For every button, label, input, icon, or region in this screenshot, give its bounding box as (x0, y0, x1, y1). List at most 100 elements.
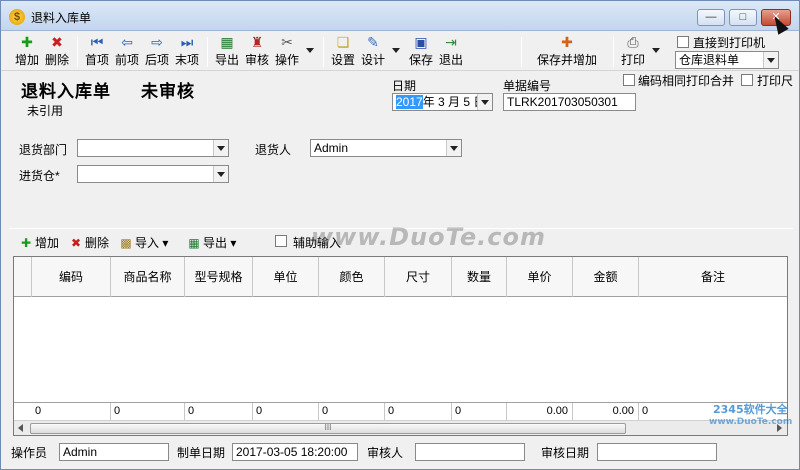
grid-delete-button[interactable]: ✖ 删除 (69, 234, 109, 251)
settings-button[interactable]: ❏ 设置 (329, 34, 357, 70)
column-header[interactable]: 商品名称 (111, 257, 185, 297)
exit-button[interactable]: ⇥ 退出 (437, 34, 465, 70)
minimize-button[interactable]: — (697, 9, 725, 26)
next-button[interactable]: ⇨ 后项 (143, 34, 171, 70)
toolbar-separator (521, 37, 522, 67)
horizontal-scrollbar[interactable]: III (14, 420, 787, 435)
design-dropdown-arrow-icon[interactable] (392, 48, 400, 53)
print-dropdown-arrow-icon[interactable] (652, 48, 660, 53)
column-header[interactable]: 尺寸 (385, 257, 452, 297)
audit-label: 审核 (244, 53, 269, 67)
export-label: 导出 (214, 53, 239, 67)
warehouse-select[interactable] (77, 165, 229, 183)
total-cell: 0 (111, 403, 185, 420)
column-header[interactable]: 型号规格 (185, 257, 253, 297)
last-button[interactable]: ⏭ 末项 (173, 34, 201, 70)
column-header[interactable]: 颜色 (319, 257, 385, 297)
window-title: 退料入库单 (31, 11, 92, 25)
total-cell: 0 (32, 403, 111, 420)
grid-export-button[interactable]: ▦ 导出 ▾ (187, 234, 236, 251)
doc-number-field[interactable]: TLRK201703050301 (503, 93, 636, 111)
print-size-label: 打印尺 (757, 74, 794, 88)
print-size-checkbox[interactable] (741, 74, 753, 86)
print-label: 打印 (620, 53, 645, 67)
merge-print-label: 编码相同打印合并 (638, 74, 735, 88)
title-bar: $ 退料入库单 — □ ✕ (1, 1, 799, 31)
save-button[interactable]: ▣ 保存 (407, 34, 435, 70)
first-label: 首项 (84, 53, 109, 67)
merge-print-checkbox[interactable] (623, 74, 635, 86)
toolbar-separator (207, 37, 208, 67)
exit-icon: ⇥ (445, 34, 457, 50)
warehouse-label: 进货仓* (19, 169, 60, 183)
print-button[interactable]: ⎙ 打印 (619, 34, 647, 70)
audit-button[interactable]: ♜ 审核 (243, 34, 271, 70)
date-picker[interactable]: 2017年 3 月 5 日 (392, 93, 493, 111)
aux-input-checkbox[interactable] (275, 235, 287, 247)
audit-date-field (597, 443, 717, 461)
chevron-down-icon[interactable] (213, 166, 228, 182)
toolbar-separator (323, 37, 324, 67)
chevron-down-icon[interactable] (477, 94, 492, 110)
scroll-left-arrow-icon[interactable] (18, 424, 23, 432)
column-header[interactable]: 单位 (253, 257, 319, 297)
column-header[interactable]: 编码 (32, 257, 111, 297)
grid-import-button[interactable]: ▩ 导入 ▾ (119, 234, 168, 251)
grid-export-label: 导出 (203, 236, 228, 250)
chevron-down-icon[interactable] (446, 140, 461, 156)
returner-select[interactable]: Admin (310, 139, 462, 157)
print-template-value: 仓库退料单 (679, 53, 740, 67)
returner-value: Admin (314, 141, 349, 155)
total-cell: 0 (185, 403, 253, 420)
column-header[interactable]: 单价 (507, 257, 573, 297)
column-header[interactable]: 数量 (452, 257, 507, 297)
items-grid[interactable]: 编码 商品名称 型号规格 单位 颜色 尺寸 数量 单价 金额 备注 0 0 0 … (13, 256, 788, 436)
column-header[interactable]: 备注 (639, 257, 787, 297)
add-icon: ✚ (21, 34, 33, 50)
doc-number-label: 单据编号 (503, 79, 552, 93)
operator-label: 操作员 (11, 446, 48, 460)
first-button[interactable]: ⏮ 首项 (83, 34, 111, 70)
delete-button[interactable]: ✖ 删除 (43, 34, 71, 70)
save-label: 保存 (408, 53, 433, 67)
audit-stamp-icon: ♜ (250, 34, 264, 50)
previous-arrow-icon: ⇦ (121, 34, 133, 50)
chevron-down-icon[interactable] (213, 140, 228, 156)
save-disk-icon: ▣ (414, 34, 428, 50)
design-button[interactable]: ✎ 设计 (359, 34, 387, 70)
center-watermark: www.DuoTe.com (311, 223, 546, 251)
column-header[interactable]: 金额 (573, 257, 639, 297)
total-cell: 0 (385, 403, 452, 420)
print-template-select[interactable]: 仓库退料单 (675, 51, 779, 69)
save-add-label: 保存并增加 (536, 53, 597, 67)
delete-icon: ✖ (70, 236, 82, 250)
direct-print-label: 直接到打印机 (693, 36, 766, 50)
export-button[interactable]: ▦ 导出 (213, 34, 241, 70)
save-and-add-button[interactable]: ✚ 保存并增加 (534, 34, 600, 70)
audit-date-label: 审核日期 (541, 446, 590, 460)
delete-label: 删除 (44, 53, 69, 67)
grid-add-button[interactable]: ✚ 增加 (19, 234, 59, 251)
chevron-down-icon[interactable] (763, 52, 778, 68)
import-box-icon: ▩ (120, 236, 132, 250)
operate-label: 操作 (274, 53, 299, 67)
toolbar-separator (613, 37, 614, 67)
prev-button[interactable]: ⇦ 前项 (113, 34, 141, 70)
direct-print-checkbox[interactable] (677, 36, 689, 48)
status-bar: 操作员 Admin 制单日期 2017-03-05 18:20:00 审核人 审… (1, 439, 799, 469)
grid-totals-row: 0 0 0 0 0 0 0 0.00 0.00 0 (14, 402, 787, 420)
toolbar-separator (77, 37, 78, 67)
operate-button[interactable]: ✂ 操作 (273, 34, 301, 70)
design-icon: ✎ (367, 34, 379, 50)
dept-select[interactable] (77, 139, 229, 157)
chevron-down-icon[interactable]: ▾ (162, 236, 168, 250)
chevron-down-icon[interactable]: ▾ (230, 236, 236, 250)
form-title: 退料入库单 (21, 82, 111, 101)
delete-icon: ✖ (51, 34, 63, 50)
scrollbar-thumb[interactable]: III (30, 423, 626, 434)
add-button[interactable]: ✚ 增加 (13, 34, 41, 70)
operate-dropdown-arrow-icon[interactable] (306, 48, 314, 53)
operator-field: Admin (59, 443, 169, 461)
export-excel-icon: ▦ (220, 34, 234, 50)
maximize-button[interactable]: □ (729, 9, 757, 26)
